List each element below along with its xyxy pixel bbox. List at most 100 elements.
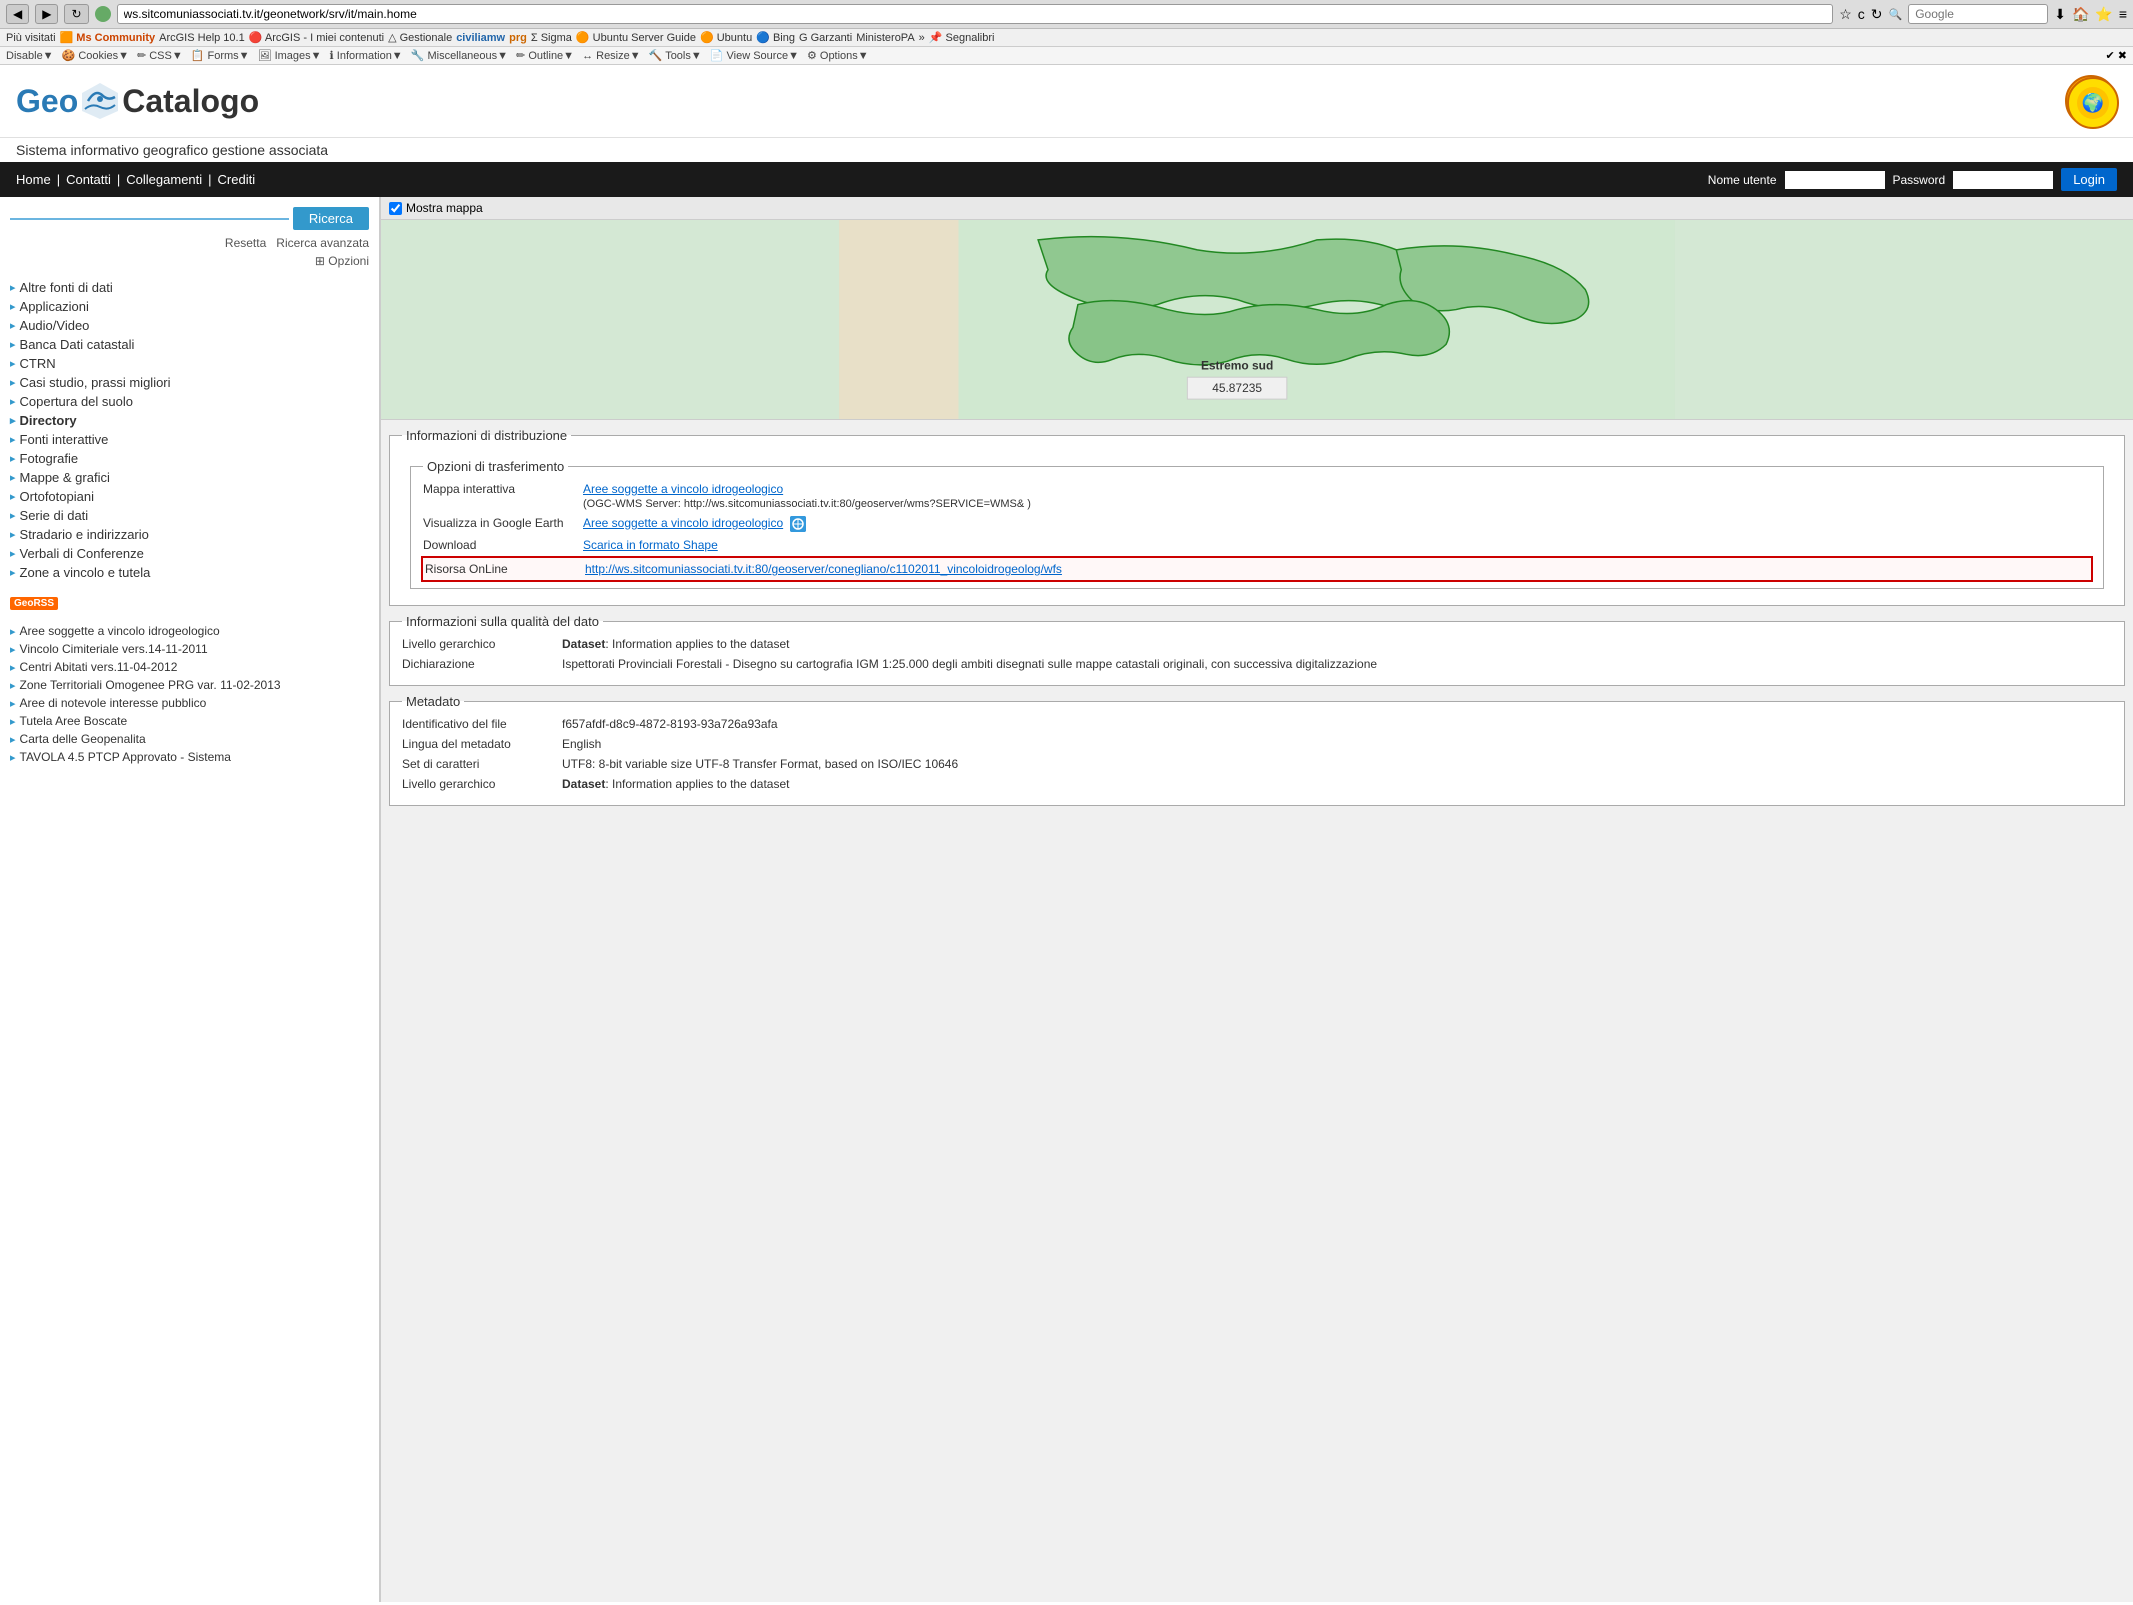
- link-risorsa[interactable]: http://ws.sitcomuniassociati.tv.it:80/ge…: [585, 562, 1062, 576]
- category-casi-studio[interactable]: Casi studio, prassi migliori: [10, 373, 369, 392]
- username-input[interactable]: [1785, 171, 1885, 189]
- info-row-google-earth: Visualizza in Google Earth Aree soggette…: [423, 516, 2091, 532]
- devtools-forms[interactable]: 📋 Forms▼: [191, 49, 250, 62]
- nav-home[interactable]: Home: [16, 172, 51, 187]
- distribuzione-section: Informazioni di distribuzione Opzioni di…: [389, 428, 2125, 606]
- menu-icon[interactable]: ≡: [2119, 6, 2127, 22]
- bookmark-bing[interactable]: 🔵 Bing: [756, 31, 795, 44]
- nav-contatti[interactable]: Contatti: [66, 172, 111, 187]
- browser-icon: [95, 6, 111, 22]
- devtools-css[interactable]: ✏ CSS▼: [137, 49, 183, 62]
- devtools-information[interactable]: ℹ Information▼: [330, 49, 403, 62]
- address-bar[interactable]: [117, 4, 1834, 24]
- bookmark-civiliamw[interactable]: civiliamw: [456, 32, 505, 44]
- bookmark-ubuntu[interactable]: 🟠 Ubuntu: [700, 31, 752, 44]
- search-button[interactable]: Ricerca: [293, 207, 369, 230]
- ricerca-avanzata-link[interactable]: Ricerca avanzata: [276, 236, 369, 250]
- category-altre-fonti[interactable]: Altre fonti di dati: [10, 278, 369, 297]
- category-copertura[interactable]: Copertura del suolo: [10, 392, 369, 411]
- devtools-miscellaneous[interactable]: 🔧 Miscellaneous▼: [411, 49, 508, 62]
- value-livello-meta: Dataset: Information applies to the data…: [562, 777, 2112, 791]
- bookmark-arcgis-content[interactable]: 🔴 ArcGIS - I miei contenuti: [249, 31, 384, 44]
- link-download[interactable]: Scarica in formato Shape: [583, 538, 718, 552]
- bookmark-ms-community[interactable]: 🟧 Ms Community: [60, 31, 156, 44]
- info-row-id-file: Identificativo del file f657afdf-d8c9-48…: [402, 717, 2112, 731]
- home-icon[interactable]: 🏠: [2072, 6, 2089, 23]
- link-google-earth[interactable]: Aree soggette a vincolo idrogeologico: [583, 516, 783, 530]
- value-livello-gerarchico: Dataset: Information applies to the data…: [562, 637, 2112, 651]
- category-applicazioni[interactable]: Applicazioni: [10, 297, 369, 316]
- recent-item-6[interactable]: Carta delle Geopenalita: [10, 730, 369, 748]
- label-dichiarazione: Dichiarazione: [402, 657, 562, 671]
- bookmark-ubuntu-server[interactable]: 🟠 Ubuntu Server Guide: [576, 31, 696, 44]
- mappa-sub: (OGC-WMS Server: http://ws.sitcomuniasso…: [583, 498, 1031, 510]
- sidebar: Ricerca Resetta Ricerca avanzata ⊞ Opzio…: [0, 197, 380, 1602]
- nav-collegamenti[interactable]: Collegamenti: [126, 172, 202, 187]
- nav-crediti[interactable]: Crediti: [218, 172, 256, 187]
- georss-badge[interactable]: GeoRSS: [10, 597, 58, 610]
- password-label: Password: [1893, 173, 1946, 187]
- logo-geo: Geo: [16, 83, 78, 120]
- search-options[interactable]: ⊞ Opzioni: [10, 254, 369, 268]
- bookmark-segnalibri[interactable]: 📌 Segnalibri: [929, 31, 995, 44]
- forward-button[interactable]: ▶: [35, 4, 58, 24]
- category-fonti-interattive[interactable]: Fonti interattive: [10, 430, 369, 449]
- devtools-cookies[interactable]: 🍪 Cookies▼: [62, 49, 129, 62]
- info-row-download: Download Scarica in formato Shape: [423, 538, 2091, 552]
- bookmark-piu-visitati[interactable]: Più visitati: [6, 32, 56, 44]
- category-audio-video[interactable]: Audio/Video: [10, 316, 369, 335]
- info-row-risorsa: Risorsa OnLine http://ws.sitcomuniassoci…: [421, 556, 2093, 582]
- browser-search-input[interactable]: [1908, 4, 2048, 24]
- resetta-link[interactable]: Resetta: [225, 236, 266, 250]
- recent-item-0[interactable]: Aree soggette a vincolo idrogeologico: [10, 622, 369, 640]
- recent-item-7[interactable]: TAVOLA 4.5 PTCP Approvato - Sistema: [10, 748, 369, 766]
- arrow-icon[interactable]: ⬇: [2054, 6, 2066, 23]
- value-download: Scarica in formato Shape: [583, 538, 2091, 552]
- recent-item-1[interactable]: Vincolo Cimiteriale vers.14-11-2011: [10, 640, 369, 658]
- devtools-resize[interactable]: ↔ Resize▼: [582, 50, 641, 62]
- info-row-mappa: Mappa interattiva Aree soggette a vincol…: [423, 482, 2091, 510]
- devtools-viewsource[interactable]: 📄 View Source▼: [710, 49, 799, 62]
- category-directory[interactable]: Directory: [10, 411, 369, 430]
- password-input[interactable]: [1953, 171, 2053, 189]
- recent-item-4[interactable]: Aree di notevole interesse pubblico: [10, 694, 369, 712]
- category-ctrn[interactable]: CTRN: [10, 354, 369, 373]
- recent-item-3[interactable]: Zone Territoriali Omogenee PRG var. 11-0…: [10, 676, 369, 694]
- category-serie-dati[interactable]: Serie di dati: [10, 506, 369, 525]
- bookmark-prg[interactable]: prg: [509, 32, 527, 44]
- transfer-section: Opzioni di trasferimento Mappa interatti…: [410, 459, 2104, 589]
- qualita-title: Informazioni sulla qualità del dato: [402, 614, 603, 629]
- refresh2-icon[interactable]: ↻: [1871, 6, 1883, 23]
- refresh-button[interactable]: ↻: [64, 4, 88, 24]
- bookmark-more[interactable]: »: [919, 32, 925, 44]
- recent-item-2[interactable]: Centri Abitati vers.11-04-2012: [10, 658, 369, 676]
- devtools-images[interactable]: 🖼 Images▼: [258, 49, 322, 62]
- category-verbali[interactable]: Verbali di Conferenze: [10, 544, 369, 563]
- site-logo: Geo Catalogo: [16, 81, 259, 121]
- recent-item-5[interactable]: Tutela Aree Boscate: [10, 712, 369, 730]
- star-icon[interactable]: ☆: [1839, 6, 1852, 23]
- bookmark-sigma[interactable]: Σ Sigma: [531, 32, 572, 44]
- star2-icon[interactable]: ⭐: [2095, 6, 2112, 23]
- devtools-disable[interactable]: Disable▼: [6, 50, 54, 62]
- back-button[interactable]: ◀: [6, 4, 29, 24]
- category-banca-dati[interactable]: Banca Dati catastali: [10, 335, 369, 354]
- value-google-earth: Aree soggette a vincolo idrogeologico: [583, 516, 2091, 532]
- devtools-outline[interactable]: ✏ Outline▼: [516, 49, 574, 62]
- devtools-options[interactable]: ⚙ Options▼: [807, 49, 869, 62]
- map-toggle-checkbox[interactable]: [389, 202, 402, 215]
- bookmark-gestionale[interactable]: △ Gestionale: [388, 31, 452, 44]
- login-button[interactable]: Login: [2061, 168, 2117, 191]
- category-zone-vincolo[interactable]: Zone a vincolo e tutela: [10, 563, 369, 582]
- bookmark-garzanti[interactable]: G Garzanti: [799, 32, 852, 44]
- category-stradario[interactable]: Stradario e indirizzario: [10, 525, 369, 544]
- devtools-tools[interactable]: 🔨 Tools▼: [649, 49, 702, 62]
- link-mappa[interactable]: Aree soggette a vincolo idrogeologico: [583, 482, 783, 496]
- bookmark-ministeropa[interactable]: MinisteroPA: [856, 32, 914, 44]
- category-mappe[interactable]: Mappe & grafici: [10, 468, 369, 487]
- category-fotografie[interactable]: Fotografie: [10, 449, 369, 468]
- category-ortofotopiani[interactable]: Ortofotopiani: [10, 487, 369, 506]
- bookmark-arcgis-help[interactable]: ArcGIS Help 10.1: [159, 32, 245, 44]
- site-badge: 🌍: [2065, 75, 2117, 127]
- label-livello-gerarchico: Livello gerarchico: [402, 637, 562, 651]
